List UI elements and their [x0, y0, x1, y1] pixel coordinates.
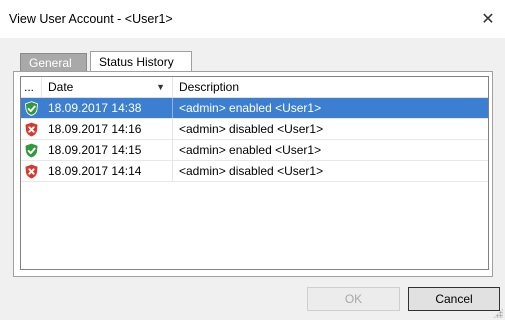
window-title: View User Account - <User1> [9, 12, 173, 26]
column-header-description[interactable]: Description [173, 77, 488, 97]
date-cell: 18.09.2017 14:16 [42, 119, 173, 139]
title-bar: View User Account - <User1> ✕ [0, 0, 505, 38]
description-cell: <admin> enabled <User1> [179, 143, 322, 157]
description-cell: <admin> disabled <User1> [179, 122, 324, 136]
table-row[interactable]: 18.09.2017 14:16 <admin> disabled <User1> [21, 119, 488, 140]
tab-panel-status-history: ... Date ▼ Description 18.09.2017 14:38 <… [13, 71, 493, 277]
date-cell: 18.09.2017 14:38 [42, 98, 173, 118]
close-icon[interactable]: ✕ [473, 5, 503, 33]
shield-x-icon [25, 122, 38, 136]
column-header-date[interactable]: Date ▼ [42, 77, 173, 97]
description-cell: <admin> enabled <User1> [179, 101, 322, 115]
status-icon-cell [21, 119, 42, 139]
cancel-button[interactable]: Cancel [408, 287, 500, 311]
shield-check-icon [25, 100, 38, 116]
table-header: ... Date ▼ Description [21, 77, 488, 98]
date-cell: 18.09.2017 14:14 [42, 161, 173, 181]
sort-descending-icon: ▼ [156, 82, 165, 92]
column-header-icon[interactable]: ... [21, 77, 42, 97]
tab-status-history[interactable]: Status History [90, 51, 192, 72]
date-cell: 18.09.2017 14:15 [42, 140, 173, 160]
column-header-date-label: Date [48, 80, 74, 94]
status-icon-cell [21, 140, 42, 160]
shield-check-icon [25, 143, 38, 157]
table-row[interactable]: 18.09.2017 14:38 <admin> enabled <User1> [21, 98, 488, 119]
shield-x-icon [25, 164, 38, 178]
table-row[interactable]: 18.09.2017 14:14 <admin> disabled <User1> [21, 161, 488, 182]
description-cell: <admin> disabled <User1> [179, 164, 324, 178]
status-icon-cell [21, 161, 42, 181]
tab-general[interactable]: General [20, 53, 87, 71]
status-icon-cell [21, 98, 42, 118]
status-history-table[interactable]: ... Date ▼ Description 18.09.2017 14:38 <… [20, 76, 489, 270]
dialog-client-area: General Status History ... Date ▼ Descri… [0, 38, 505, 320]
ok-button[interactable]: OK [307, 287, 400, 311]
table-row[interactable]: 18.09.2017 14:15 <admin> enabled <User1> [21, 140, 488, 161]
